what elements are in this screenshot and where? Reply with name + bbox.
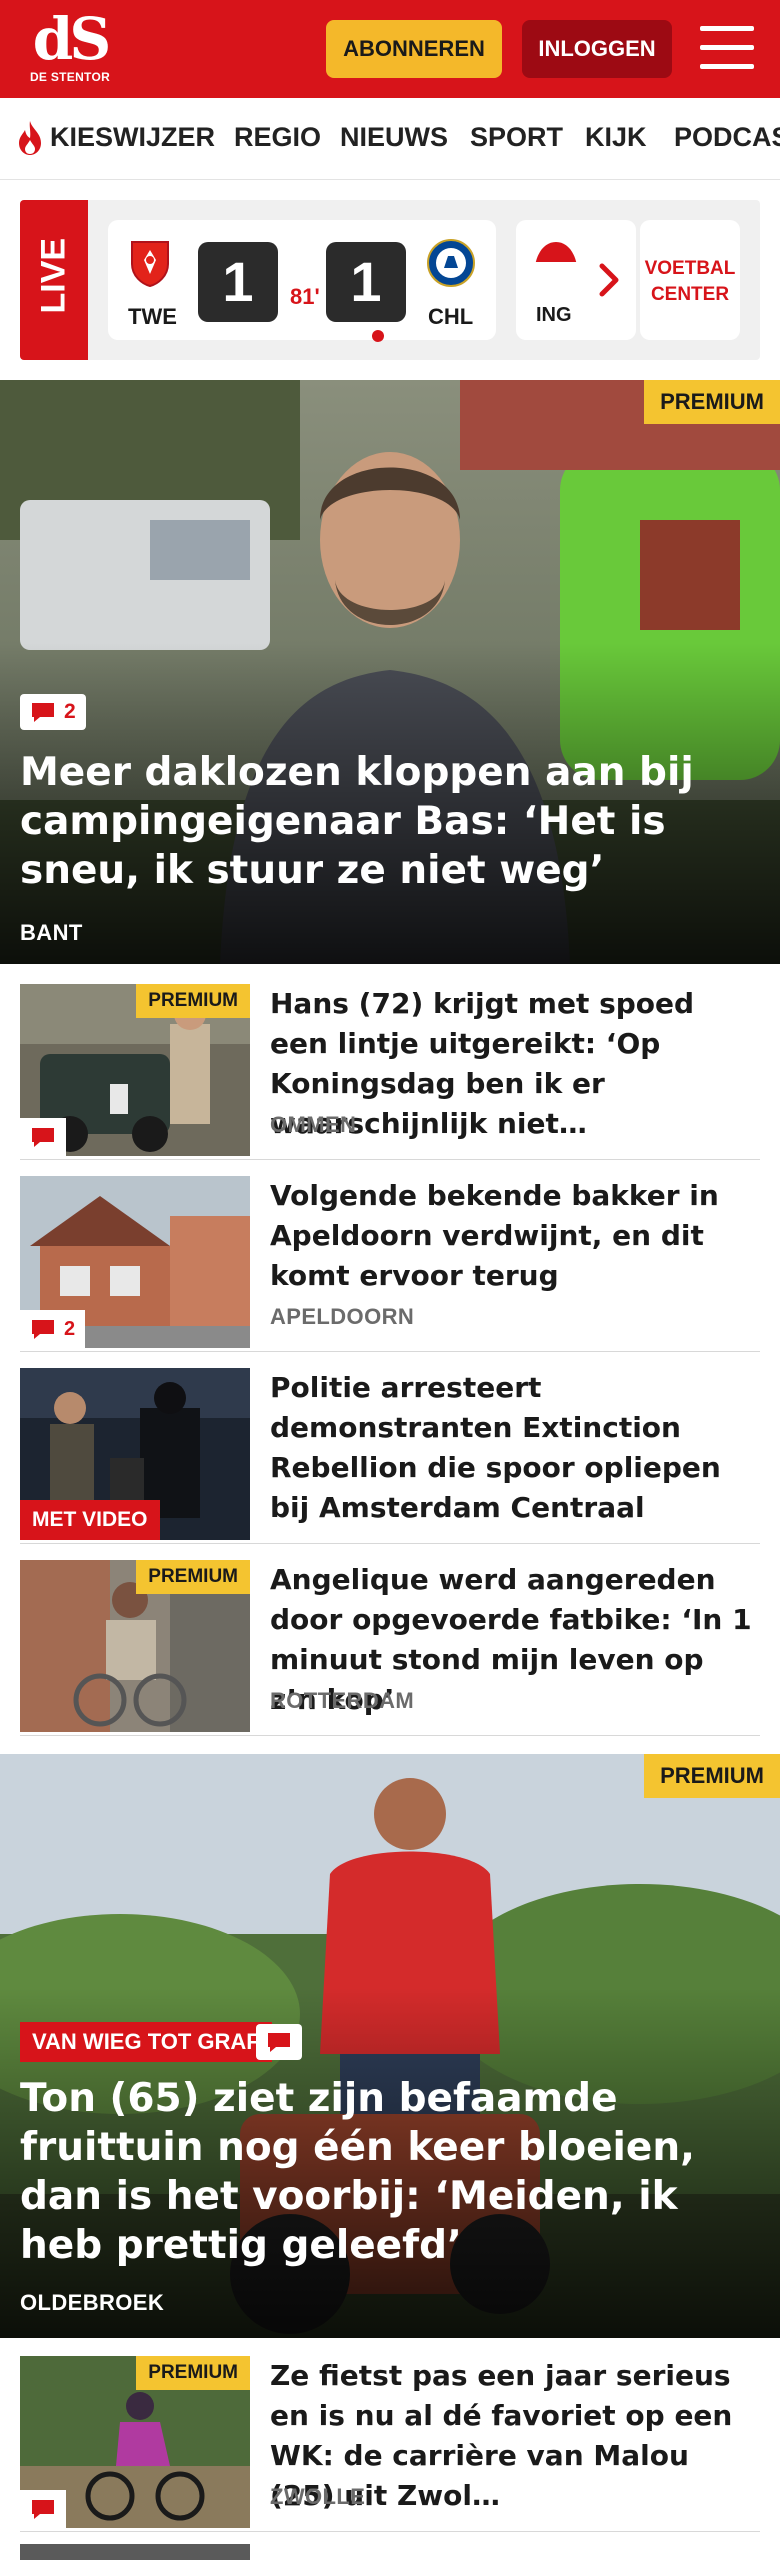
nav-item-regio[interactable]: REGIO [234,122,321,153]
next-team-code: ING [536,304,572,326]
live-label: LIVE [34,237,73,314]
article-thumbnail: 2 [20,1176,250,1348]
next-article-thumbnail-peek [20,2544,250,2560]
site-header: dS DE STENTOR ABONNEREN INLOGGEN [0,0,780,98]
hero-article[interactable]: PREMIUM VAN WIEG TOT GRAF Ton (65) ziet … [0,1754,780,2338]
comment-count-value: 2 [64,1317,76,1340]
comment-icon [32,1320,54,1339]
logo-subtitle: DE STENTOR [29,70,111,84]
premium-badge: PREMIUM [136,1560,250,1594]
hero-article[interactable]: PREMIUM 2 Meer daklozen kloppen aan bij … [0,380,780,964]
menu-icon[interactable] [700,26,754,70]
nav-item-kijk[interactable]: KIJK [585,122,647,153]
goal-indicator [372,330,384,342]
comment-count[interactable]: 2 [20,694,86,730]
subscribe-button[interactable]: ABONNEREN [326,20,502,78]
premium-badge: PREMIUM [136,984,250,1018]
article-thumbnail: PREMIUM [20,984,250,1156]
premium-badge: PREMIUM [644,380,780,424]
premium-badge: PREMIUM [136,2356,250,2390]
voetbal-center-link[interactable]: VOETBAL CENTER [640,220,740,340]
comment-count[interactable]: 2 [20,1310,86,1348]
premium-badge: PREMIUM [644,1754,780,1798]
away-score: 1 [326,242,406,322]
comment-icon [32,1128,54,1147]
live-scores: LIVE TWE 1 81' 1 CHL ING VOETBAL CENTER [20,200,760,360]
list-item[interactable]: PREMIUM Angelique werd aangereden door o… [20,1560,760,1736]
article-location: ROTTERDAM [270,1688,415,1713]
list-item[interactable]: PREMIUM Hans (72) krijgt met spoed een l… [20,984,760,1160]
comment-icon [32,703,54,722]
section-label[interactable]: VAN WIEG TOT GRAF [20,2022,272,2062]
login-button[interactable]: INLOGGEN [522,20,672,78]
list-item[interactable]: PREMIUM Ze fietst pas een jaar serieus e… [20,2356,760,2532]
live-badge: LIVE [20,200,88,360]
chelsea-crest-icon [427,239,475,287]
home-team-code: TWE [128,304,177,329]
match-card[interactable]: TWE 1 81' 1 CHL [108,220,496,342]
match-minute: 81' [290,284,320,309]
chevron-right-icon[interactable] [590,256,630,304]
comment-icon [32,2500,54,2519]
comment-count[interactable] [20,1118,66,1156]
hero-title[interactable]: Ton (65) ziet zijn befaamde fruittuin no… [20,2074,760,2270]
nav-item-sport[interactable]: SPORT [470,122,563,153]
comment-count-value: 2 [64,700,76,723]
site-logo[interactable]: dS DE STENTOR [28,5,112,86]
home-score: 1 [198,242,278,322]
comment-icon [268,2033,290,2052]
article-location: APELDOORN [270,1304,415,1329]
article-thumbnail: PREMIUM [20,2356,250,2528]
video-badge: MET VIDEO [20,1500,160,1540]
article-title[interactable]: Volgende bekende bakker in Apeldoorn ver… [270,1176,760,1296]
logo-mark: dS [32,5,111,73]
hero-title[interactable]: Meer daklozen kloppen aan bij campingeig… [20,748,760,895]
team-crest-icon [534,242,578,278]
hero-location: OLDEBROEK [20,2290,165,2315]
article-thumbnail: MET VIDEO [20,1368,250,1540]
hero-location: BANT [20,920,83,945]
nav-item-podcasts[interactable]: PODCAS [674,122,780,153]
flame-icon [19,121,41,155]
article-title[interactable]: Politie arresteert demonstranten Extinct… [270,1368,760,1528]
comment-count[interactable] [20,2490,66,2528]
nav-item-kieswijzer[interactable]: KIESWIJZER [50,122,215,153]
list-item[interactable]: 2 Volgende bekende bakker in Apeldoorn v… [20,1176,760,1352]
article-thumbnail: PREMIUM [20,1560,250,1732]
main-nav: KIESWIJZER REGIO NIEUWS SPORT KIJK PODCA… [0,98,780,180]
nav-item-nieuws[interactable]: NIEUWS [340,122,448,153]
article-location: ZWOLLE [270,2484,366,2509]
away-team-code: CHL [428,304,474,329]
article-location: OMMEN [270,1112,357,1137]
twente-crest-icon [131,241,169,288]
comment-count[interactable] [256,2024,302,2060]
list-item[interactable]: MET VIDEO Politie arresteert demonstrant… [20,1368,760,1544]
